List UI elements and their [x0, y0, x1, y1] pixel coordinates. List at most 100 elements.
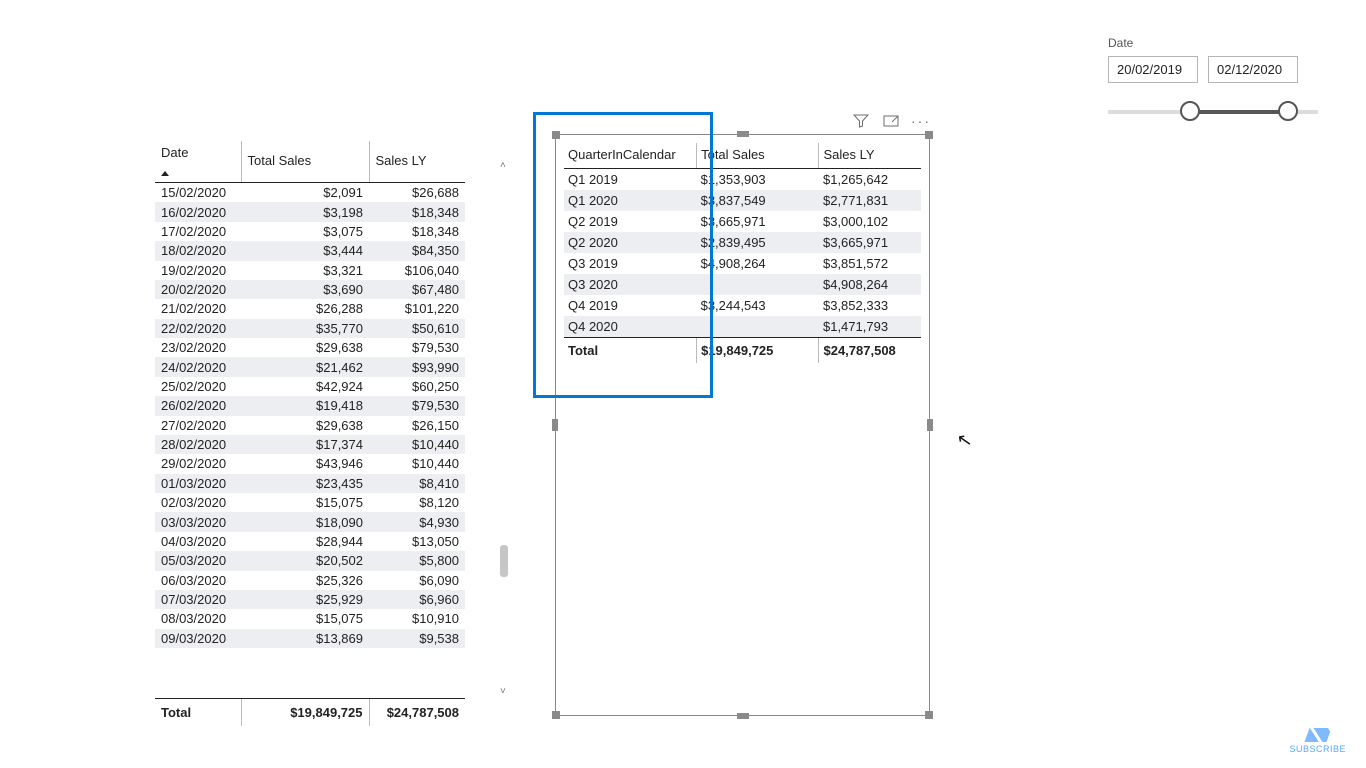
- table-row[interactable]: 19/02/2020$3,321$106,040: [155, 261, 465, 280]
- cell-sales-ly: $1,471,793: [819, 316, 921, 338]
- table-row[interactable]: 02/03/2020$15,075$8,120: [155, 493, 465, 512]
- table-row[interactable]: 04/03/2020$28,944$13,050: [155, 532, 465, 551]
- table-row[interactable]: Q3 2019$4,908,264$3,851,572: [564, 253, 921, 274]
- table-row[interactable]: 03/03/2020$18,090$4,930: [155, 512, 465, 531]
- date-slicer[interactable]: Date 20/02/2019 02/12/2020: [1108, 36, 1318, 125]
- table-row[interactable]: Q4 2020 $1,471,793: [564, 316, 921, 338]
- slicer-date-to[interactable]: 02/12/2020: [1208, 56, 1298, 83]
- cell-date: 20/02/2020: [155, 280, 241, 299]
- cell-sales-ly: $26,688: [369, 183, 465, 202]
- table-row[interactable]: 29/02/2020$43,946$10,440: [155, 454, 465, 473]
- scroll-down-icon[interactable]: ˅: [500, 686, 512, 697]
- resize-handle[interactable]: [552, 419, 558, 431]
- col-header-sales-ly[interactable]: Sales LY: [819, 143, 921, 169]
- col-header-total-sales[interactable]: Total Sales: [241, 141, 369, 183]
- table-row[interactable]: Q2 2020$2,839,495$3,665,971: [564, 232, 921, 253]
- table-row[interactable]: 06/03/2020$25,326$6,090: [155, 571, 465, 590]
- table-row[interactable]: 22/02/2020$35,770$50,610: [155, 319, 465, 338]
- resize-handle[interactable]: [925, 711, 933, 719]
- daily-sales-table-visual[interactable]: Date Total Sales Sales LY 15/02/2020$2,0…: [155, 140, 465, 726]
- cell-total-sales: $13,869: [241, 629, 369, 648]
- table-row[interactable]: 23/02/2020$29,638$79,530: [155, 338, 465, 357]
- cell-quarter: Q4 2020: [564, 316, 697, 338]
- cell-sales-ly: $101,220: [369, 299, 465, 318]
- col-header-total-sales[interactable]: Total Sales: [697, 143, 819, 169]
- table-row[interactable]: Q1 2019$1,353,903$1,265,642: [564, 169, 921, 191]
- table-row[interactable]: 21/02/2020$26,288$101,220: [155, 299, 465, 318]
- cell-total-sales: $15,075: [241, 493, 369, 512]
- more-options-icon[interactable]: ···: [913, 113, 929, 129]
- col-header-date-label: Date: [161, 145, 188, 160]
- col-header-quarter[interactable]: QuarterInCalendar: [564, 143, 697, 169]
- table-row[interactable]: Q2 2019$3,665,971$3,000,102: [564, 211, 921, 232]
- scroll-up-icon[interactable]: ˄: [500, 160, 512, 171]
- table-row[interactable]: 09/03/2020$13,869$9,538: [155, 629, 465, 648]
- table-row[interactable]: 27/02/2020$29,638$26,150: [155, 416, 465, 435]
- cell-total-sales: $26,288: [241, 299, 369, 318]
- cell-date: 21/02/2020: [155, 299, 241, 318]
- col-header-date[interactable]: Date: [155, 141, 241, 183]
- table-row[interactable]: 15/02/2020$2,091$26,688: [155, 183, 465, 202]
- cell-date: 03/03/2020: [155, 512, 241, 531]
- filter-icon[interactable]: [853, 113, 869, 129]
- cell-sales-ly: $13,050: [369, 532, 465, 551]
- cell-total-sales: $3,665,971: [697, 211, 819, 232]
- table-row[interactable]: Q1 2020$3,837,549$2,771,831: [564, 190, 921, 211]
- cell-sales-ly: $8,410: [369, 474, 465, 493]
- left-table-scrollbar[interactable]: [500, 170, 508, 690]
- slicer-range-slider[interactable]: [1108, 101, 1318, 125]
- resize-handle[interactable]: [737, 131, 749, 137]
- resize-handle[interactable]: [552, 131, 560, 139]
- focus-mode-icon[interactable]: [883, 113, 899, 129]
- table-row[interactable]: 20/02/2020$3,690$67,480: [155, 280, 465, 299]
- table-row[interactable]: 25/02/2020$42,924$60,250: [155, 377, 465, 396]
- cell-date: 29/02/2020: [155, 454, 241, 473]
- cell-sales-ly: $6,090: [369, 571, 465, 590]
- scrollbar-thumb[interactable]: [500, 545, 508, 577]
- resize-handle[interactable]: [927, 419, 933, 431]
- cell-date: 15/02/2020: [155, 183, 241, 202]
- table-row[interactable]: 24/02/2020$21,462$93,990: [155, 357, 465, 376]
- table-row[interactable]: Q3 2020$4,908,264: [564, 274, 921, 295]
- resize-handle[interactable]: [925, 131, 933, 139]
- cell-sales-ly: $93,990: [369, 357, 465, 376]
- slicer-date-from[interactable]: 20/02/2019: [1108, 56, 1198, 83]
- slider-thumb-to[interactable]: [1278, 101, 1298, 121]
- table-row[interactable]: 18/02/2020$3,444$84,350: [155, 241, 465, 260]
- cell-date: 27/02/2020: [155, 416, 241, 435]
- cell-sales-ly: $8,120: [369, 493, 465, 512]
- table-row[interactable]: 01/03/2020$23,435$8,410: [155, 474, 465, 493]
- slider-thumb-from[interactable]: [1180, 101, 1200, 121]
- table-row[interactable]: 17/02/2020$3,075$18,348: [155, 222, 465, 241]
- col-header-sales-ly[interactable]: Sales LY: [369, 141, 465, 183]
- cell-total-sales: $3,444: [241, 241, 369, 260]
- table-row[interactable]: 07/03/2020$25,929$6,960: [155, 590, 465, 609]
- subscribe-label: SUBSCRIBE: [1289, 744, 1346, 754]
- table-row[interactable]: Q4 2019$3,244,543$3,852,333: [564, 295, 921, 316]
- cell-total-sales: $4,908,264: [697, 253, 819, 274]
- right-total-ly: $24,787,508: [819, 338, 921, 364]
- table-row[interactable]: 16/02/2020$3,198$18,348: [155, 202, 465, 221]
- cell-sales-ly: $1,265,642: [819, 169, 921, 191]
- resize-handle[interactable]: [552, 711, 560, 719]
- cell-total-sales: $15,075: [241, 609, 369, 628]
- cell-date: 25/02/2020: [155, 377, 241, 396]
- cell-total-sales: $25,326: [241, 571, 369, 590]
- table-row[interactable]: 26/02/2020$19,418$79,530: [155, 396, 465, 415]
- table-row[interactable]: 05/03/2020$20,502$5,800: [155, 551, 465, 570]
- cell-sales-ly: $3,665,971: [819, 232, 921, 253]
- resize-handle[interactable]: [737, 713, 749, 719]
- cell-date: 18/02/2020: [155, 241, 241, 260]
- subscribe-badge[interactable]: SUBSCRIBE: [1289, 728, 1346, 754]
- table-row[interactable]: 08/03/2020$15,075$10,910: [155, 609, 465, 628]
- subscribe-icon: [1304, 728, 1331, 742]
- slicer-label: Date: [1108, 36, 1318, 50]
- cell-date: 06/03/2020: [155, 571, 241, 590]
- cell-total-sales: $35,770: [241, 319, 369, 338]
- table-row[interactable]: 28/02/2020$17,374$10,440: [155, 435, 465, 454]
- left-total-label: Total: [155, 699, 241, 727]
- quarter-sales-table-visual[interactable]: ··· QuarterInCalendar Total Sales Sales …: [555, 134, 930, 716]
- cell-sales-ly: $3,851,572: [819, 253, 921, 274]
- cell-total-sales: [697, 316, 819, 338]
- cell-quarter: Q3 2019: [564, 253, 697, 274]
